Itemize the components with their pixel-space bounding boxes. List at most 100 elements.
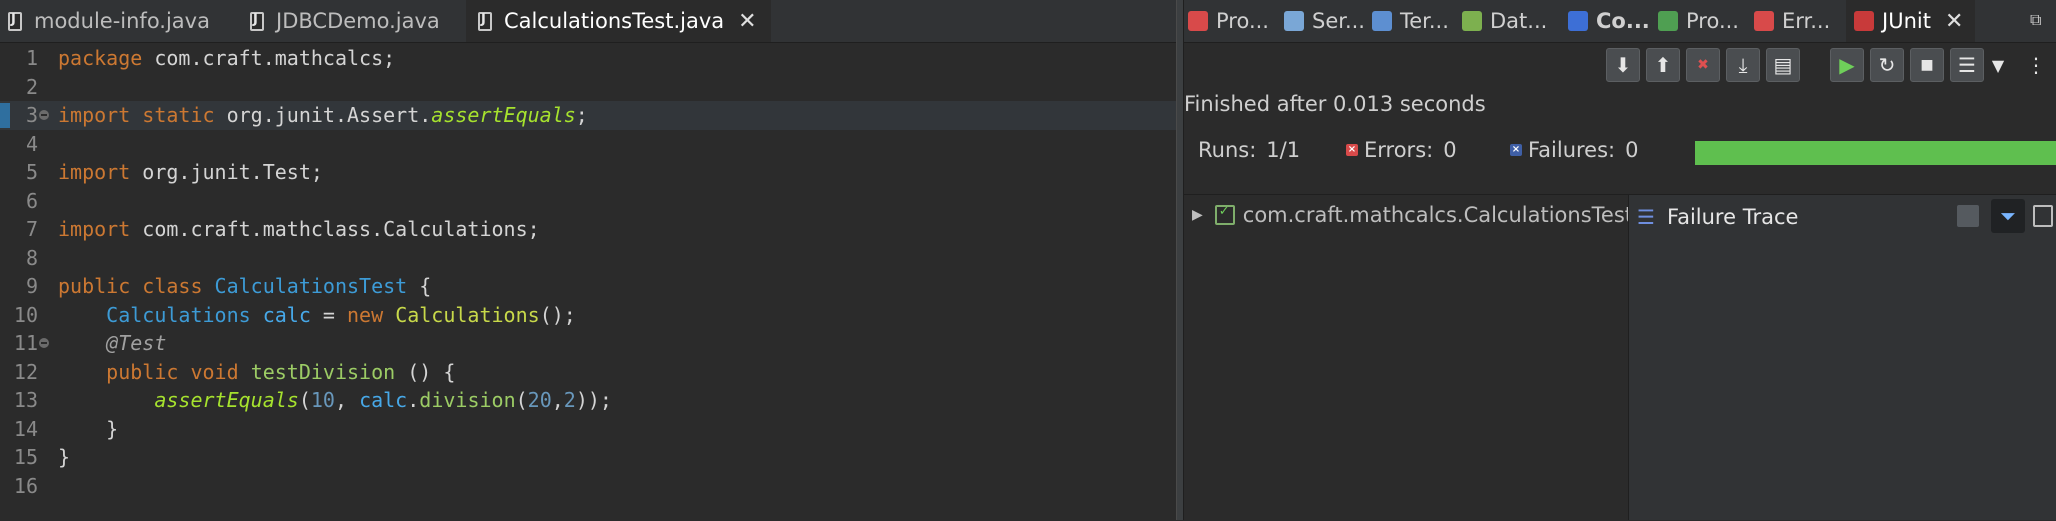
code-text: @Test (58, 329, 166, 358)
code-token: import (58, 160, 143, 184)
code-line[interactable]: 4 (0, 130, 1176, 159)
code-line[interactable]: 10 Calculations calc = new Calculations(… (0, 301, 1176, 330)
line-number: 6 (25, 188, 38, 213)
rerun-test-button[interactable]: ▶ (1830, 48, 1864, 82)
code-line[interactable]: 2 (0, 73, 1176, 102)
code-token: 2 (563, 388, 576, 412)
rerun-icon: ▶ (1839, 53, 1855, 77)
code-line[interactable]: 15} (0, 443, 1176, 472)
errors-counter: × Errors: 0 (1346, 138, 1457, 162)
fold-toggle-icon[interactable] (39, 110, 49, 120)
view-menu-button[interactable]: ⋮ (2022, 48, 2050, 82)
failures-label: Failures: (1528, 138, 1616, 162)
code-line[interactable]: 1 package com.craft.mathcalcs; (0, 44, 1176, 73)
code-text: } (58, 443, 70, 472)
view-tab-label: Pro... (1686, 9, 1739, 33)
view-tab-servers[interactable]: Ser... (1284, 0, 1365, 42)
junit-toolbar: ⬇ ⬆ ✖ ⤓ ▤ ▶ ↻ ■ ☰ ▼ ⋮ (1184, 42, 2056, 92)
code-token: , (334, 388, 360, 412)
split-divider[interactable] (1176, 0, 1184, 520)
next-failure-button[interactable]: ⬇ (1606, 48, 1640, 82)
code-token: = (310, 302, 348, 327)
code-token: ; (575, 103, 588, 127)
history-icon: ☰ (1958, 53, 1976, 77)
view-tab-console[interactable]: Co... (1568, 0, 1650, 42)
code-token: ( (515, 388, 528, 412)
errors-value: 0 (1443, 138, 1457, 162)
tab-jdbcdemo[interactable]: JDBCDemo.java (250, 0, 440, 42)
code-token: 10 (310, 388, 335, 412)
code-editor[interactable]: module-info.java JDBCDemo.java Calculati… (0, 0, 1176, 520)
view-tab-label: JUnit (1882, 9, 1931, 33)
code-line[interactable]: 7 import com.craft.mathclass.Calculations… (0, 215, 1176, 244)
history-dropdown-button[interactable]: ▼ (1984, 48, 2012, 82)
show-skipped-button[interactable]: ▤ (1766, 48, 1800, 82)
expand-arrow-icon[interactable]: ▶ (1192, 207, 1203, 223)
code-line[interactable]: 11 @Test (0, 329, 1176, 358)
failures-value: 0 (1625, 138, 1639, 162)
fold-toggle-icon[interactable] (39, 338, 49, 348)
line-number: 1 (25, 46, 38, 70)
code-token: static (142, 103, 227, 127)
failures-only-icon: ✖ (1697, 57, 1709, 73)
code-line[interactable]: 14 } (0, 415, 1176, 444)
close-icon[interactable]: ✕ (738, 9, 756, 34)
view-tab-error-log[interactable]: Err... (1754, 0, 1830, 42)
code-token: )); (575, 388, 612, 412)
view-tab-problems[interactable]: Pro... (1188, 0, 1269, 42)
line-number: 3 (25, 103, 38, 127)
code-token: Calculations (395, 302, 540, 327)
scroll-lock-button[interactable]: ⤓ (1726, 48, 1760, 82)
copy-trace-icon[interactable] (2033, 205, 2053, 227)
test-progress-bar (1695, 141, 2056, 165)
tree-item-label: com.craft.mathcalcs.CalculationsTest [ (1242, 203, 1648, 227)
code-line[interactable]: 12 public void testDivision () { (0, 358, 1176, 387)
failure-icon: × (1510, 144, 1522, 156)
view-tab-label: Ser... (1312, 9, 1365, 33)
line-number: 12 (13, 359, 38, 384)
code-line[interactable]: 3 import static org.junit.Assert.assertEq… (0, 101, 1176, 130)
code-line[interactable]: 13 assertEquals(10, calc.division(20,2))… (0, 386, 1176, 415)
code-line[interactable]: 16 (0, 472, 1176, 501)
tab-module-info[interactable]: module-info.java (8, 0, 210, 42)
tab-calculationstest[interactable]: CalculationsTest.java ✕ (466, 0, 771, 42)
view-tab-label: Co... (1596, 9, 1650, 33)
compare-result-icon[interactable] (1957, 205, 1979, 227)
code-token: assertEquals (154, 388, 299, 412)
view-tab-label: Err... (1782, 9, 1831, 33)
code-line[interactable]: 8 (0, 244, 1176, 273)
java-file-icon (8, 11, 22, 31)
error-log-icon (1754, 11, 1774, 31)
code-text: } (58, 415, 118, 444)
view-tab-data-source[interactable]: Dat... (1462, 0, 1547, 42)
code-line[interactable]: 5 import org.junit.Test; (0, 158, 1176, 187)
errors-label: Errors: (1364, 138, 1434, 162)
close-icon[interactable]: ✕ (1945, 9, 1963, 34)
test-run-history-button[interactable]: ☰ (1950, 48, 1984, 82)
test-suite-ok-icon: ✓ (1214, 204, 1235, 225)
filter-stack-trace-icon[interactable]: ⏷ (1991, 199, 2025, 233)
code-line[interactable]: 9 public class CalculationsTest { (0, 272, 1176, 301)
test-tree[interactable]: ▶ ✓ com.craft.mathcalcs.CalculationsTest… (1184, 194, 1648, 521)
code-token: class (142, 274, 215, 298)
error-icon: × (1346, 144, 1358, 156)
maximize-view-icon[interactable]: ⧉ (2030, 10, 2041, 30)
junit-view: Pro... Ser... Ter... Dat... Co... Pro... Err..… (1184, 0, 2056, 521)
code-area[interactable]: 1 package com.craft.mathcalcs; 2 3 import st… (0, 44, 1176, 500)
progress-icon (1658, 11, 1678, 31)
junit-icon (1854, 11, 1874, 31)
failure-trace-title: Failure Trace (1666, 205, 1799, 229)
rerun-failures-first-button[interactable]: ↻ (1870, 48, 1904, 82)
kebab-menu-icon: ⋮ (2026, 53, 2046, 77)
previous-failure-button[interactable]: ⬆ (1646, 48, 1680, 82)
line-number: 4 (25, 131, 38, 156)
view-tab-junit[interactable]: JUnit ✕ (1846, 0, 1976, 42)
stop-button[interactable]: ■ (1910, 48, 1944, 82)
view-tab-terminal[interactable]: Ter... (1372, 0, 1449, 42)
tree-item-test-class[interactable]: ▶ ✓ com.craft.mathcalcs.CalculationsTest… (1192, 203, 1648, 227)
view-tab-progress[interactable]: Pro... (1658, 0, 1739, 42)
line-number: 7 (25, 217, 38, 241)
show-failures-only-button[interactable]: ✖ (1686, 48, 1720, 82)
code-line[interactable]: 6 (0, 187, 1176, 216)
